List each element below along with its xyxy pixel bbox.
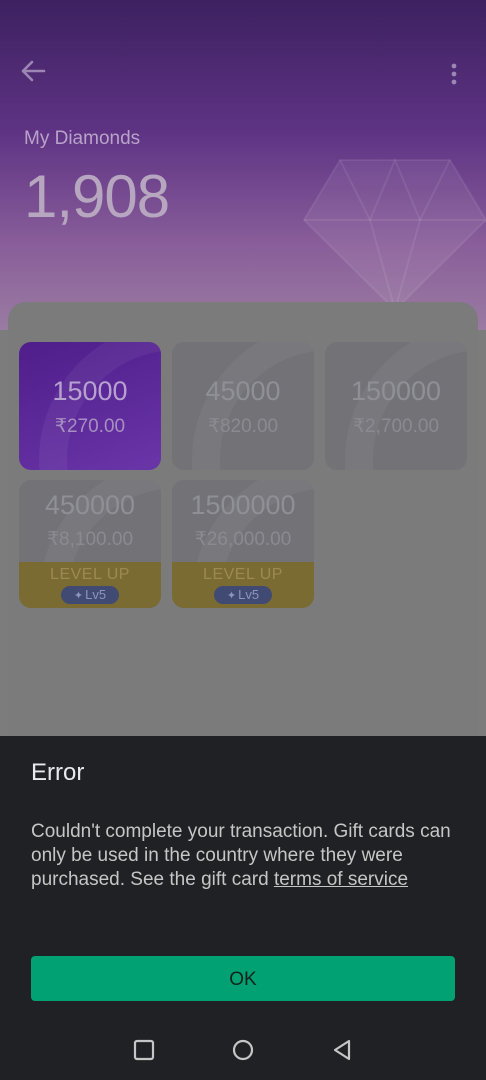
- package-card[interactable]: 15000 ₹270.00: [19, 342, 161, 470]
- package-amount: 15000: [52, 376, 128, 406]
- level-badge: ✦ Lv5: [61, 586, 119, 604]
- ok-button[interactable]: OK: [31, 956, 455, 1001]
- level-badge: ✦ Lv5: [214, 586, 272, 604]
- package-price: ₹820.00: [207, 416, 279, 437]
- package-price: ₹2,700.00: [352, 416, 440, 437]
- package-card[interactable]: 450000 ₹8,100.00 LEVEL UP ✦ Lv5: [19, 480, 161, 608]
- dialog-message: Couldn't complete your transaction. Gift…: [31, 820, 461, 892]
- star-icon: ✦: [73, 590, 84, 602]
- diamonds-label: My Diamonds: [24, 128, 141, 149]
- level-up-band: LEVEL UP ✦ Lv5: [19, 562, 161, 608]
- system-nav-bar: [0, 1018, 486, 1080]
- more-vert-icon[interactable]: [444, 62, 464, 86]
- arrow-left-icon[interactable]: [18, 56, 48, 86]
- package-amount: 45000: [205, 376, 281, 406]
- square-icon[interactable]: [132, 1038, 156, 1062]
- diamonds-balance: 1,908: [24, 163, 170, 230]
- hero-header: My Diamonds 1,908: [0, 0, 486, 330]
- triangle-back-icon[interactable]: [330, 1038, 354, 1062]
- star-icon: ✦: [226, 590, 237, 602]
- level-up-label: LEVEL UP: [50, 566, 130, 583]
- level-up-label: LEVEL UP: [203, 566, 283, 583]
- terms-of-service-link[interactable]: terms of service: [274, 869, 408, 890]
- package-price: ₹270.00: [54, 416, 126, 437]
- package-card[interactable]: 1500000 ₹26,000.00 LEVEL UP ✦ Lv5: [172, 480, 314, 608]
- level-text: Lv5: [85, 587, 107, 602]
- package-card[interactable]: 150000 ₹2,700.00: [325, 342, 467, 470]
- package-amount: 150000: [350, 376, 442, 406]
- level-text: Lv5: [238, 587, 260, 602]
- package-amount: 1500000: [190, 490, 296, 520]
- package-card[interactable]: 45000 ₹820.00: [172, 342, 314, 470]
- level-up-band: LEVEL UP ✦ Lv5: [172, 562, 314, 608]
- circle-icon[interactable]: [231, 1038, 255, 1062]
- package-amount: 450000: [44, 490, 136, 520]
- dialog-title: Error: [31, 759, 85, 786]
- package-price: ₹26,000.00: [194, 529, 292, 550]
- diamond-icon: [302, 157, 486, 310]
- package-price: ₹8,100.00: [46, 529, 134, 550]
